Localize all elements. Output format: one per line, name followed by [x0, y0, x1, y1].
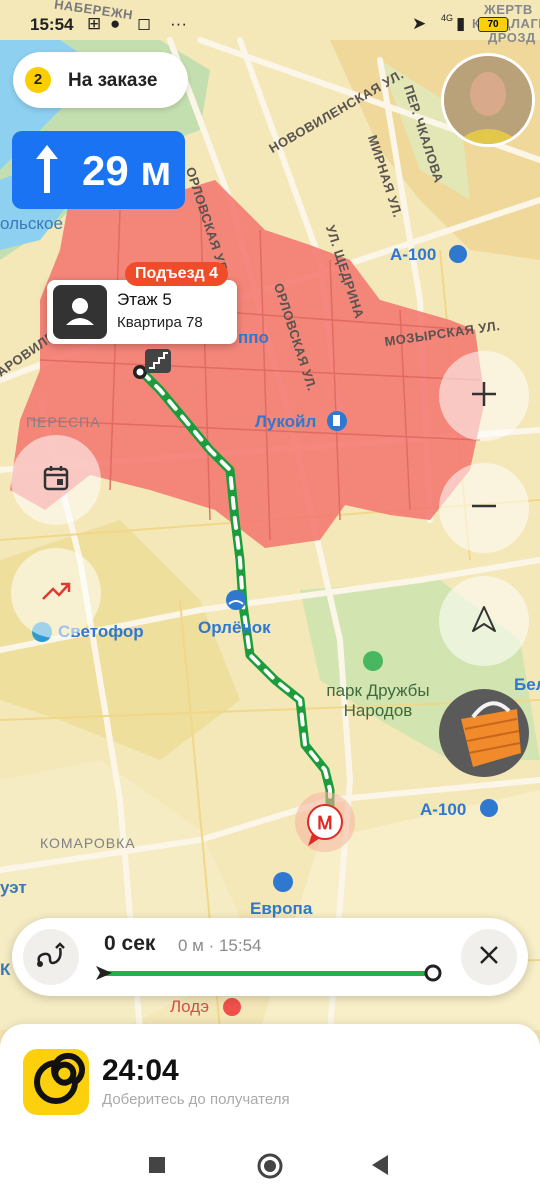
- system-nav-bar: [0, 1130, 540, 1200]
- status-bar: 15:54 ⊞ ● ◻ ··· ➤ 4G ▮ 70: [0, 0, 540, 44]
- route-button[interactable]: [23, 929, 79, 985]
- poi-label[interactable]: Орлёнок: [198, 618, 271, 638]
- poi-label[interactable]: Лукойл: [255, 412, 316, 432]
- network-label: 4G: [441, 13, 454, 23]
- poi-label[interactable]: Лодэ: [170, 997, 209, 1017]
- signal-icon: ▮: [456, 14, 466, 33]
- arrow-up-icon: [36, 145, 58, 198]
- traffic-button[interactable]: [11, 548, 101, 638]
- plus-icon: [470, 380, 498, 413]
- recents-button[interactable]: [148, 1156, 166, 1179]
- avatar[interactable]: [441, 53, 535, 147]
- progress-bar: [96, 964, 442, 982]
- home-button[interactable]: [256, 1152, 284, 1185]
- battery-icon: 70: [478, 17, 508, 32]
- maneuver-distance: 29 м: [82, 147, 172, 194]
- order-count-badge: 2: [25, 67, 51, 93]
- fuel-icon-2: [449, 245, 467, 263]
- eta-meta: 0 м · 15:54: [178, 936, 262, 955]
- poi-label[interactable]: Европа: [250, 899, 312, 919]
- app-logo-icon: [23, 1049, 89, 1115]
- more-icon: ···: [170, 14, 187, 33]
- eta-label: 0 сек: [104, 932, 156, 955]
- compass-button[interactable]: [439, 576, 529, 666]
- road-label: А-100: [390, 245, 437, 264]
- on-order-label: На заказе: [68, 70, 158, 91]
- back-button[interactable]: [370, 1154, 390, 1181]
- mall-icon: [273, 872, 293, 892]
- map-label: ольское: [0, 214, 63, 233]
- trend-icon: [41, 581, 71, 606]
- chat-icon: ●: [110, 14, 121, 33]
- destination-card[interactable]: Этаж 5 Квартира 78: [47, 280, 237, 344]
- poi-label: ппо: [238, 328, 269, 347]
- location-arrow-icon: ➤: [412, 14, 427, 33]
- on-order-button[interactable]: 2 На заказе: [13, 52, 188, 108]
- close-icon: [478, 944, 500, 971]
- fuel-icon-3: [480, 799, 498, 817]
- poi-label: уэт: [0, 878, 27, 897]
- zoom-out-button[interactable]: [439, 463, 529, 553]
- notification-icon: ⊞: [87, 14, 102, 33]
- status-time: 15:54: [30, 15, 74, 34]
- start-arrow-icon: [96, 966, 112, 980]
- route-progress-card[interactable]: 0 сек 0 м · 15:54: [12, 918, 528, 996]
- close-route-button[interactable]: [461, 929, 517, 985]
- poi-label[interactable]: парк Дружбы Народов: [313, 681, 443, 721]
- district-label: ПЕРЕСПА: [26, 414, 101, 430]
- progress-fill: [100, 971, 427, 976]
- calendar-icon: [42, 464, 70, 497]
- floor-label: Этаж 5: [117, 290, 172, 309]
- zoom-in-button[interactable]: [439, 351, 529, 441]
- svg-text:Ꮇ: Ꮇ: [318, 813, 332, 833]
- minus-icon: [470, 492, 498, 525]
- orders-basket-button[interactable]: [439, 689, 529, 777]
- road-label: А-100: [420, 800, 467, 819]
- maneuver-panel: 29 м: [12, 131, 185, 209]
- person-icon: [53, 285, 107, 339]
- apartment-label: Квартира 78: [117, 314, 203, 331]
- navigation-arrow-icon: [471, 605, 497, 638]
- pharmacy-icon: [223, 998, 241, 1016]
- poi-label: Бело: [514, 675, 540, 694]
- instagram-icon: ◻: [137, 14, 152, 33]
- district-label: КОМАРОВКА: [40, 835, 136, 851]
- timer-label: 24:04: [102, 1054, 179, 1087]
- finish-dot-icon: [424, 964, 442, 982]
- poi-label: К: [0, 960, 11, 979]
- bottom-sheet[interactable]: 24:04 Доберитесь до получателя: [0, 1024, 540, 1130]
- route-icon: [36, 941, 66, 973]
- park-icon: [363, 651, 383, 671]
- hint-label: Доберитесь до получателя: [102, 1091, 290, 1108]
- schedule-button[interactable]: [11, 435, 101, 525]
- entrance-badge: Подъезд 4: [125, 262, 229, 286]
